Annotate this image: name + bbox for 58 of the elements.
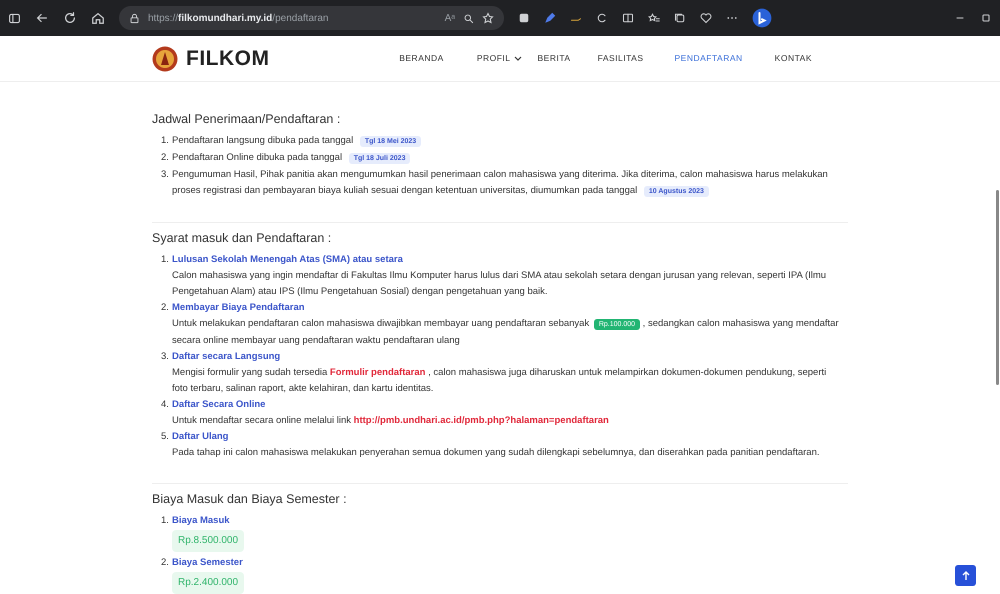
list-number: 2. xyxy=(161,151,170,165)
lock-icon xyxy=(129,12,140,24)
item-title: Biaya Semester xyxy=(172,556,244,570)
collections-icon[interactable] xyxy=(674,12,686,24)
read-aloud-button[interactable]: Aᵃ xyxy=(444,10,455,26)
item-description: Pada tahap ini calon mahasiswa melakukan penyerahan semua dokumen yang sudah dilengkapi sebelumnya, dan diserahkan pada panitian pendaftaran. xyxy=(172,446,820,460)
tabs-icon[interactable] xyxy=(8,12,21,24)
nav-link[interactable]: FASILITAS xyxy=(598,52,644,65)
item-title: Daftar Ulang xyxy=(172,430,230,444)
item-description: Untuk mendaftar secara online melalui link http://pmb.undhari.ac.id/pmb.php?halaman=pendaftaran xyxy=(172,414,610,428)
back-icon[interactable] xyxy=(35,11,49,25)
address-bar[interactable]: https://filkomundhari.my.id/pendaftaran Aᵃ xyxy=(119,6,504,30)
item-title: Daftar Secara Online xyxy=(172,398,266,412)
text-link[interactable]: http://pmb.undhari.ac.id/pmb.php?halaman=pendaftaran xyxy=(354,415,609,426)
zoom-icon[interactable] xyxy=(463,12,474,24)
nav-link[interactable]: PENDAFTARAN xyxy=(674,52,743,65)
refresh-icon[interactable] xyxy=(596,12,608,24)
health-icon[interactable] xyxy=(700,12,712,24)
pen-icon[interactable] xyxy=(544,12,556,24)
list-number: 1. xyxy=(161,514,170,528)
arrow-up-icon xyxy=(962,571,970,580)
list-number: 1. xyxy=(161,134,170,148)
nav-link[interactable]: KONTAK xyxy=(774,52,812,65)
item-description: Calon mahasiswa yang ingin mendaftar di Fakultas Ilmu Komputer harus lulus dari SMA atau sekolah setara dengan jurusan yang relevan, seperti IPA (Ilmu Pengetahuan Alam) atau IPS (Ilmu Pengetahuan Sosial) dengan pengetahuan yang baik. xyxy=(172,269,828,299)
section-heading: Jadwal Penerimaan/Pendaftaran : xyxy=(152,112,342,127)
text-link[interactable]: Formulir pendaftaran xyxy=(330,367,426,378)
list-number: 3. xyxy=(161,168,170,182)
list-number: 2. xyxy=(161,556,170,570)
nav-link[interactable]: PROFIL xyxy=(476,52,522,65)
item-title: Lulusan Sekolah Menengah Atas (SMA) atau setara xyxy=(172,253,404,267)
price-amount: Rp.8.500.000 xyxy=(172,530,244,552)
extension-icon[interactable] xyxy=(518,12,530,24)
url-text: https://filkomundhari.my.id/pendaftaran xyxy=(148,12,328,26)
item-description: Mengisi formulir yang sudah tersedia Formulir pendaftaran , calon mahasiswa juga diharuskan untuk melampirkan dokumen-dokumen pendukung, seperti foto terbaru, salinan raport, akte kelahiran, dan kartu identitas. xyxy=(172,366,828,396)
favorites-icon[interactable] xyxy=(648,12,660,24)
nav-link[interactable]: BERITA xyxy=(538,52,571,65)
item-title: Daftar secara Langsung xyxy=(172,350,282,364)
list-number: 2. xyxy=(161,301,170,315)
bing-icon[interactable] xyxy=(752,8,772,28)
scroll-top-button[interactable] xyxy=(955,565,976,586)
scrollbar-thumb[interactable] xyxy=(996,190,999,385)
price-amount: Rp.2.400.000 xyxy=(172,572,244,594)
list-number: 3. xyxy=(161,350,170,364)
brand-name[interactable]: FILKOM xyxy=(186,42,270,74)
star-icon[interactable] xyxy=(482,12,494,24)
nav-link[interactable]: BERANDA xyxy=(399,52,444,65)
list-number: 5. xyxy=(161,430,170,444)
list-number: 4. xyxy=(161,398,170,412)
section-heading: Syarat masuk dan Pendaftaran : xyxy=(152,231,332,246)
section-heading: Biaya Masuk dan Biaya Semester : xyxy=(152,492,348,507)
restore-icon[interactable] xyxy=(980,12,992,24)
list-number: 1. xyxy=(161,253,170,267)
item-title: Membayar Biaya Pendaftaran xyxy=(172,301,306,315)
reload-icon[interactable] xyxy=(63,11,77,25)
home-icon[interactable] xyxy=(91,11,105,25)
item-title: Biaya Masuk xyxy=(172,514,231,528)
logo-icon xyxy=(152,46,178,72)
split-screen-icon[interactable] xyxy=(622,12,634,24)
